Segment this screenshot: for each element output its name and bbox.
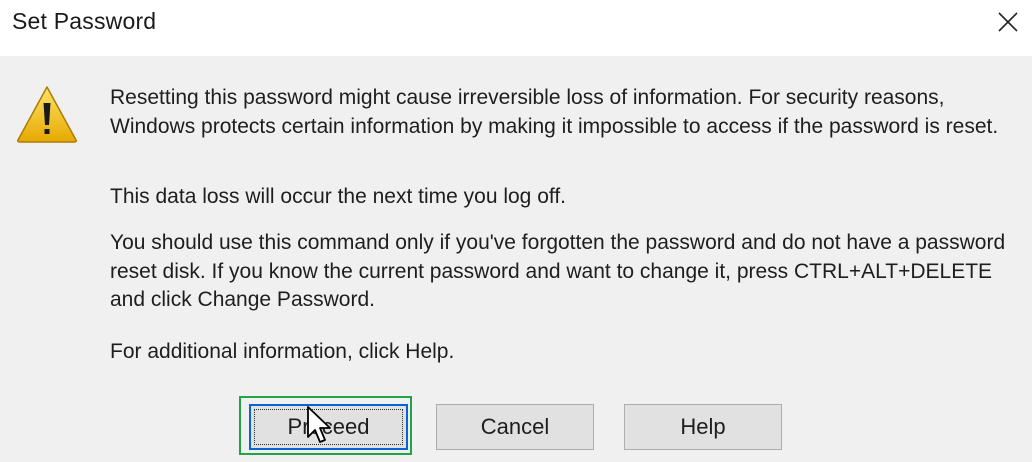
close-button[interactable] xyxy=(984,0,1032,44)
help-button-label: Help xyxy=(680,414,726,439)
message-paragraph-2: This data loss will occur the next time … xyxy=(110,185,566,208)
proceed-button-label: Proceed xyxy=(287,414,370,439)
cancel-button[interactable]: Cancel xyxy=(436,404,594,450)
help-button[interactable]: Help xyxy=(624,404,782,450)
close-icon xyxy=(998,12,1018,32)
message-paragraph-4: For additional information, click Help. xyxy=(110,340,455,363)
proceed-button[interactable]: Proceed xyxy=(249,404,408,450)
message-paragraph-1: Resetting this password might cause irre… xyxy=(110,86,999,138)
message-paragraph-3: You should use this command only if you'… xyxy=(110,231,1006,311)
warning-icon xyxy=(17,86,77,143)
cancel-button-label: Cancel xyxy=(480,414,550,439)
dialog-title: Set Password xyxy=(12,8,157,34)
title-bar: Set Password xyxy=(0,0,1032,56)
set-password-dialog: Set Password Resetting this password mig… xyxy=(0,0,1032,462)
